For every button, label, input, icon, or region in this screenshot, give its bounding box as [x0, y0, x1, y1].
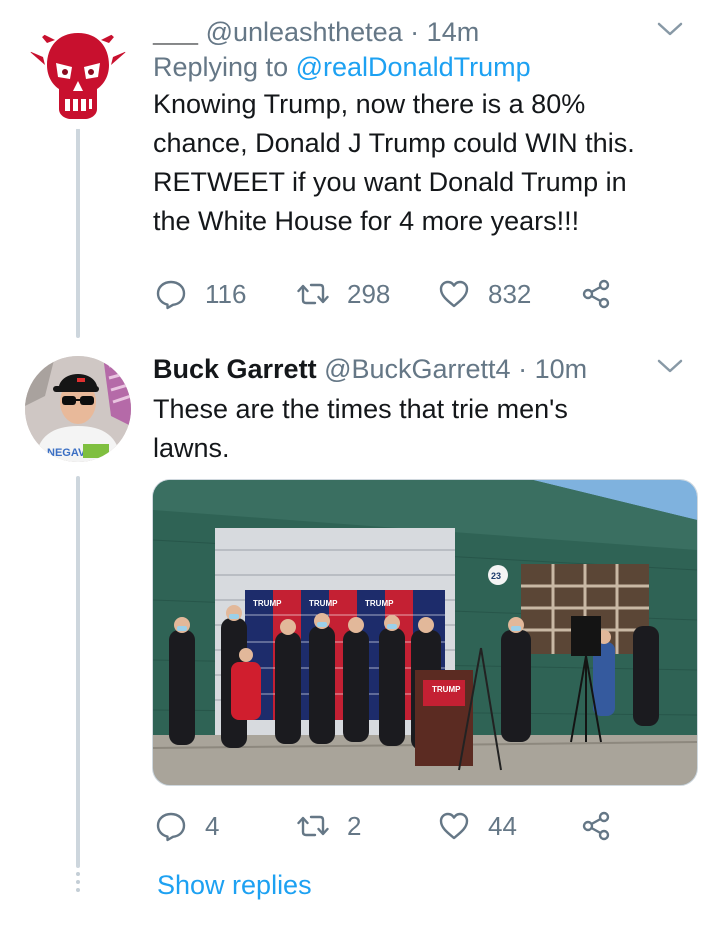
handle[interactable]: @unleashthetea	[206, 17, 403, 47]
like-button[interactable]: 44	[438, 806, 517, 846]
tweet-unleashthetea: ___ @unleashthetea · 14m Replying to @re…	[153, 15, 684, 241]
reply-icon	[156, 280, 186, 310]
show-replies-link[interactable]: Show replies	[157, 870, 312, 901]
like-button[interactable]: 832	[438, 274, 531, 314]
timestamp[interactable]: 10m	[535, 354, 588, 384]
campaign-sign-text: TRUMP	[365, 599, 394, 608]
retweet-count: 298	[347, 278, 391, 309]
replying-to-label: Replying to	[153, 52, 289, 82]
reply-count: 4	[205, 810, 220, 841]
retweet-icon	[297, 815, 329, 837]
reply-button[interactable]: 4	[155, 806, 219, 846]
share-icon	[582, 279, 610, 309]
replying-to-handle[interactable]: @realDonaldTrump	[296, 52, 531, 82]
campaign-sign-text: TRUMP	[309, 599, 338, 608]
reply-count: 116	[205, 278, 247, 309]
tweet-actions: 4 2 44	[155, 806, 625, 846]
retweet-button[interactable]: 298	[297, 274, 390, 314]
tweet-thread: ___ @unleashthetea · 14m Replying to @re…	[0, 0, 704, 929]
retweet-button[interactable]: 2	[297, 806, 361, 846]
dot-separator: ·	[518, 354, 528, 384]
tweet-actions: 116 298 832	[155, 274, 625, 314]
press-conference-photo: TRUMP TRUMP TRUMP 23 TRUMP	[153, 480, 697, 785]
retweet-icon	[297, 283, 329, 305]
campaign-sign-text: TRUMP	[253, 599, 282, 608]
like-icon	[439, 812, 469, 840]
like-count: 44	[488, 810, 517, 841]
retweet-count: 2	[347, 810, 362, 841]
tweet-buckgarrett: Buck Garrett @BuckGarrett4 · 10m These a…	[153, 352, 684, 468]
share-icon	[582, 811, 610, 841]
tweet-text: These are the times that trie men's lawn…	[153, 394, 568, 463]
handle[interactable]: @BuckGarrett4	[324, 354, 510, 384]
podium-sign-text: TRUMP	[432, 685, 461, 694]
share-button[interactable]	[580, 806, 612, 846]
dot-separator: ·	[410, 17, 420, 47]
avatar-unleashthetea[interactable]	[25, 23, 131, 129]
like-count: 832	[488, 278, 532, 309]
door-number: 23	[491, 571, 501, 581]
timestamp[interactable]: 14m	[427, 17, 480, 47]
skull-avatar-image	[29, 31, 127, 119]
reply-button[interactable]: 116	[155, 274, 246, 314]
like-icon	[439, 280, 469, 308]
tweet-header: ___ @unleashthetea · 14m	[153, 15, 684, 49]
share-button[interactable]	[580, 274, 612, 314]
thread-connector-bottom	[76, 476, 80, 868]
display-name[interactable]: ___	[153, 17, 198, 47]
thread-more-dots	[73, 872, 83, 896]
profile-photo: NEGAVS	[25, 356, 131, 462]
reply-icon	[156, 812, 186, 842]
chevron-down-icon[interactable]	[656, 356, 684, 376]
chevron-down-icon[interactable]	[656, 19, 684, 39]
thread-connector-top	[76, 128, 80, 338]
tweet-text: Knowing Trump, now there is a 80% chance…	[153, 89, 635, 236]
avatar-buckgarrett[interactable]: NEGAVS	[25, 356, 131, 462]
display-name[interactable]: Buck Garrett	[153, 354, 317, 384]
replying-to: Replying to @realDonaldTrump	[153, 49, 684, 85]
tweet-photo[interactable]: TRUMP TRUMP TRUMP 23 TRUMP	[152, 479, 698, 786]
tweet-header: Buck Garrett @BuckGarrett4 · 10m	[153, 352, 684, 386]
